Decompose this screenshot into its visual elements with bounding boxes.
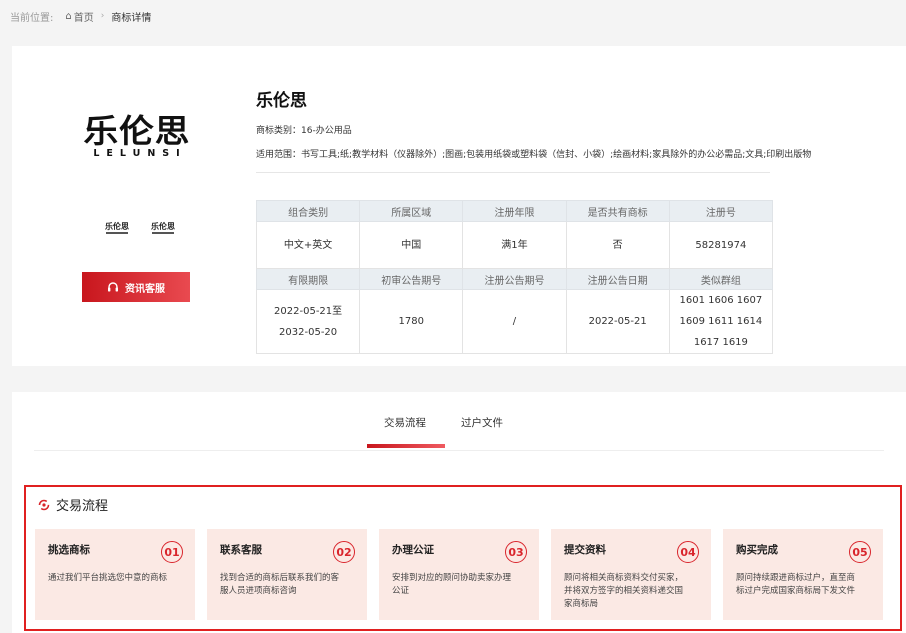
refresh-cycle-icon xyxy=(38,499,50,510)
flow-title: 交易流程 xyxy=(56,499,109,514)
chevron-right-icon: › xyxy=(100,11,105,21)
table-header: 注册公告期号 xyxy=(462,268,567,290)
flow-step: 联系客服 02 找到合适的商标后联系我们的客服人员进项商标咨询 xyxy=(207,529,367,620)
trademark-logo: 乐伦思 LELUNSI xyxy=(72,114,202,159)
trade-flow-section: 交易流程 挑选商标 01 通过我们平台挑选您中意的商标 联系客服 02 找到合适… xyxy=(24,485,902,631)
flow-header: 交易流程 xyxy=(38,495,108,514)
step-title: 购买完成 xyxy=(736,544,778,556)
breadcrumb-label: 当前位置: xyxy=(10,12,54,24)
step-number: 02 xyxy=(333,541,355,563)
step-description: 安排到对应的顾问协助卖家办理公证 xyxy=(392,573,512,596)
breadcrumb-home-link[interactable]: 首页 xyxy=(74,9,94,24)
step-number: 04 xyxy=(677,541,699,563)
table-cell: 2022-05-21 xyxy=(565,289,670,354)
service-chat-button[interactable]: 资讯客服 xyxy=(82,272,190,302)
table-header: 是否共有商标 xyxy=(565,200,670,222)
table-cell: 中文+英文 xyxy=(255,221,361,269)
trademark-scope: 适用范围：书写工具;纸;教学材料（仪器除外）;图画;包装用纸袋或塑料袋（信封、小… xyxy=(256,150,812,160)
divider xyxy=(256,172,770,173)
step-description: 找到合适的商标后联系我们的客服人员进项商标咨询 xyxy=(220,573,340,596)
tab-divider xyxy=(34,450,884,451)
breadcrumb-current: 商标详情 xyxy=(111,12,152,24)
table-cell: 2022-05-21至2032-05-20 xyxy=(255,289,361,354)
tabs-card: 交易流程 过户文件 交易流程 挑选商标 01 通过我们平台挑选您中意的商标 联系… xyxy=(12,392,906,633)
tab-bar: 交易流程 过户文件 xyxy=(12,392,906,451)
home-icon[interactable]: ⌂ xyxy=(65,11,71,22)
service-button-label: 资讯客服 xyxy=(125,283,165,295)
table-cell: 1780 xyxy=(359,289,464,354)
table-cell: 满1年 xyxy=(462,221,567,269)
table-header: 类似群组 xyxy=(668,268,774,290)
table-header: 初审公告期号 xyxy=(359,268,464,290)
table-cell: 58281974 xyxy=(668,221,774,269)
trademark-detail-card: 乐伦思 LELUNSI 乐伦思 乐伦思 资讯客服 乐伦思 商标类别：16-办公用… xyxy=(12,46,906,366)
table-header: 注册公告日期 xyxy=(565,268,670,290)
table-header: 注册号 xyxy=(668,200,774,222)
step-title: 挑选商标 xyxy=(48,544,90,556)
logo-thumbnail[interactable]: 乐伦思 xyxy=(150,222,176,234)
table-cell: 1601 1606 1607 1609 1611 1614 1617 1619 xyxy=(668,289,774,354)
step-title: 办理公证 xyxy=(392,544,434,556)
flow-step: 办理公证 03 安排到对应的顾问协助卖家办理公证 xyxy=(379,529,539,620)
logo-thumbnail[interactable]: 乐伦思 xyxy=(104,222,130,234)
trademark-name: 乐伦思 xyxy=(256,91,307,111)
table-header: 组合类别 xyxy=(255,200,361,222)
table-cell: 中国 xyxy=(359,221,464,269)
step-description: 顾问将相关商标资料交付买家，并将双方签字的相关资料递交国家商标局 xyxy=(564,573,684,609)
table-cell: 否 xyxy=(565,221,670,269)
step-title: 提交资料 xyxy=(564,544,606,556)
table-header: 所属区域 xyxy=(359,200,464,222)
table-cell: / xyxy=(462,289,567,354)
step-title: 联系客服 xyxy=(220,544,262,556)
breadcrumb: 当前位置: ⌂ 首页 › 商标详情 xyxy=(10,9,152,24)
logo-chinese-text: 乐伦思 xyxy=(83,112,191,150)
trademark-info-table: 组合类别 所属区域 注册年限 是否共有商标 注册号 中文+英文 中国 满1年 否… xyxy=(255,200,774,354)
table-header: 有限期限 xyxy=(255,268,361,290)
flow-step: 提交资料 04 顾问将相关商标资料交付买家，并将双方签字的相关资料递交国家商标局 xyxy=(551,529,711,620)
logo-thumbnails: 乐伦思 乐伦思 xyxy=(104,222,176,234)
step-number: 01 xyxy=(161,541,183,563)
step-description: 顾问持续跟进商标过户，直至商标过户完成国家商标局下发文件 xyxy=(736,573,856,596)
flow-step: 购买完成 05 顾问持续跟进商标过户，直至商标过户完成国家商标局下发文件 xyxy=(723,529,883,620)
step-number: 05 xyxy=(849,541,871,563)
active-tab-indicator xyxy=(367,444,445,448)
flow-step: 挑选商标 01 通过我们平台挑选您中意的商标 xyxy=(35,529,195,620)
tab-trade-flow[interactable]: 交易流程 xyxy=(384,415,426,430)
table-header: 注册年限 xyxy=(462,200,567,222)
step-number: 03 xyxy=(505,541,527,563)
step-description: 通过我们平台挑选您中意的商标 xyxy=(48,573,168,583)
trademark-category: 商标类别：16-办公用品 xyxy=(256,126,352,136)
flow-steps: 挑选商标 01 通过我们平台挑选您中意的商标 联系客服 02 找到合适的商标后联… xyxy=(35,529,883,620)
tab-transfer-docs[interactable]: 过户文件 xyxy=(461,415,503,430)
headset-icon xyxy=(108,282,118,292)
